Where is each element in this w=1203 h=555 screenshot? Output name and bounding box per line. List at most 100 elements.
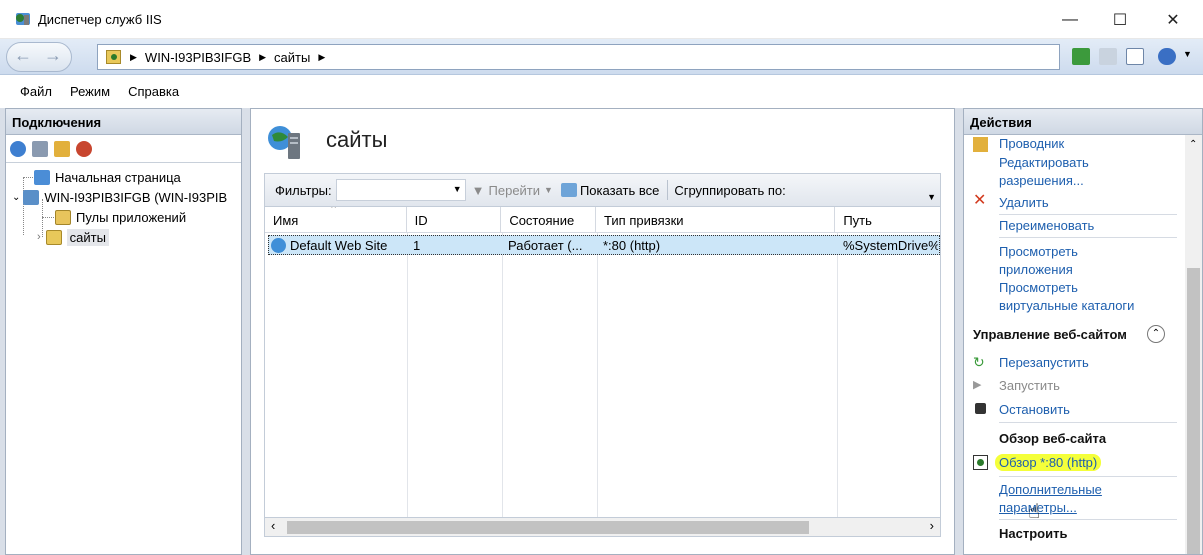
chevron-down-icon[interactable]: ⌄ — [12, 192, 20, 203]
action-browse-http[interactable]: Обзор *:80 (http) — [995, 454, 1102, 471]
restart-icon: ↻ — [973, 354, 985, 370]
actions-header: Действия — [964, 109, 1202, 135]
scroll-left-icon[interactable]: ‹ — [271, 518, 275, 533]
breadcrumb-separator: ▶ — [130, 51, 137, 62]
action-stop[interactable]: Остановить — [999, 401, 1070, 418]
address-bar: ← → ▶ WIN-I93PIB3IFGB ▶ сайты ▶ ▼ — [0, 39, 1203, 75]
scroll-up-icon[interactable]: ⌃ — [1189, 139, 1197, 150]
group-label: Сгруппировать по: — [674, 182, 786, 198]
filter-label: Фильтры: — [275, 182, 332, 198]
address-root-icon — [106, 50, 121, 64]
tree-label: WIN-I93PIB3IFGB (WIN-I93PIB — [44, 189, 228, 205]
action-edit-permissions-line2[interactable]: разрешения... — [999, 172, 1084, 189]
maximize-button[interactable]: ☐ — [1095, 0, 1145, 39]
connections-header: Подключения — [6, 109, 241, 135]
action-view-applications-line2[interactable]: приложения — [999, 261, 1073, 278]
disconnect-icon[interactable] — [76, 140, 92, 157]
cell-binding: *:80 (http) — [603, 237, 661, 253]
browse-icon — [973, 455, 988, 470]
filter-bar: Фильтры: ▼ ▼ Перейти ▼ Показать все Сгру… — [264, 173, 941, 207]
filter-input[interactable]: ▼ — [335, 179, 466, 201]
up-folder-icon[interactable] — [54, 140, 70, 157]
scroll-right-icon[interactable]: › — [930, 518, 934, 533]
menu-file[interactable]: Файл — [20, 84, 52, 99]
tree-label: сайты — [66, 228, 109, 246]
toolbar-separator — [667, 180, 669, 200]
page-title: сайты — [326, 127, 388, 152]
horizontal-scrollbar[interactable]: ‹ › — [264, 517, 941, 537]
scroll-thumb[interactable] — [1187, 268, 1200, 554]
close-button[interactable]: ✕ — [1148, 0, 1198, 39]
action-rename[interactable]: Переименовать — [999, 217, 1094, 234]
breadcrumb-sites[interactable]: сайты — [274, 50, 310, 65]
action-advanced-settings[interactable]: Дополнительные — [999, 481, 1102, 498]
action-restart[interactable]: Перезапустить — [999, 354, 1089, 371]
refresh-icon[interactable] — [1072, 48, 1090, 65]
group-by-dropdown[interactable]: Сгруппировать по: — [674, 183, 785, 198]
action-explore[interactable]: Проводник — [999, 135, 1064, 152]
menu-help[interactable]: Справка — [128, 84, 179, 99]
hand-cursor-icon: ☝ — [1028, 501, 1041, 523]
actions-scrollbar[interactable]: ⌃ — [1185, 135, 1202, 554]
action-edit-permissions[interactable]: Редактировать — [999, 154, 1089, 171]
column-state[interactable]: Состояние — [501, 207, 597, 232]
help-icon[interactable] — [1158, 48, 1176, 65]
action-delete[interactable]: Удалить — [999, 194, 1049, 211]
address-path[interactable]: ▶ WIN-I93PIB3IFGB ▶ сайты ▶ — [97, 44, 1060, 70]
minimize-button[interactable]: — — [1045, 0, 1095, 39]
connections-panel: Подключения Начальная страница ⌄ WIN-I93… — [5, 108, 242, 555]
menu-bar: Файл Режим Справка — [0, 75, 1203, 108]
chevron-right-icon[interactable]: › — [37, 231, 41, 243]
help-dropdown-icon[interactable]: ▼ — [1183, 49, 1192, 59]
sites-panel: сайты Фильтры: ▼ ▼ Перейти ▼ Показать вс… — [250, 108, 955, 555]
cell-path: %SystemDrive% — [843, 237, 938, 253]
tree-item-app-pools[interactable]: Пулы приложений — [6, 207, 241, 227]
chevron-down-icon: ▼ — [544, 185, 553, 195]
save-icon[interactable] — [32, 140, 48, 157]
menu-view[interactable]: Режим — [70, 84, 110, 99]
filter-funnel-icon: ▼ — [471, 182, 485, 198]
tree-label: Начальная страница — [55, 169, 181, 185]
home-icon[interactable] — [1126, 48, 1144, 65]
go-button[interactable]: ▼ Перейти ▼ — [472, 183, 553, 198]
breadcrumb-separator: ▶ — [318, 51, 326, 62]
show-all-icon — [560, 183, 577, 197]
stop-icon[interactable] — [1099, 48, 1117, 65]
connections-tree: Начальная страница ⌄ WIN-I93PIB3IFGB (WI… — [6, 163, 241, 247]
back-arrow-icon[interactable]: ← — [14, 45, 32, 66]
site-globe-icon — [271, 237, 286, 253]
stop-square-icon — [975, 403, 986, 414]
show-all-button[interactable]: Показать все — [560, 182, 660, 198]
action-view-vdirs[interactable]: Просмотреть — [999, 279, 1078, 296]
tree-item-sites[interactable]: › сайты — [6, 227, 241, 247]
connect-icon[interactable] — [10, 140, 26, 157]
app-pools-icon — [55, 209, 71, 225]
breadcrumb-server[interactable]: WIN-I93PIB3IFGB — [145, 50, 251, 65]
action-start[interactable]: Запустить — [999, 377, 1060, 394]
forward-arrow-icon[interactable]: → — [44, 45, 62, 66]
chevron-down-icon[interactable]: ▼ — [453, 184, 462, 194]
column-binding[interactable]: Тип привязки — [596, 207, 836, 232]
action-view-vdirs-line2[interactable]: виртуальные каталоги — [999, 297, 1134, 314]
sites-globe-icon — [266, 123, 306, 163]
section-manage-site: Управление веб-сайтом — [973, 327, 1127, 342]
grid-header: Имя ⌃ ID Состояние Тип привязки Путь — [265, 207, 940, 233]
tree-label: Пулы приложений — [76, 209, 187, 225]
section-browse-site: Обзор веб-сайта — [999, 431, 1107, 446]
column-id[interactable]: ID — [407, 207, 502, 232]
start-icon: ▶ — [973, 379, 982, 391]
action-view-applications[interactable]: Просмотреть — [999, 243, 1078, 260]
toolbar-overflow-icon[interactable]: ▼ — [927, 192, 936, 202]
tree-item-server[interactable]: ⌄ WIN-I93PIB3IFGB (WIN-I93PIB — [6, 187, 241, 207]
sites-grid: Имя ⌃ ID Состояние Тип привязки Путь Defa… — [264, 207, 941, 521]
column-name[interactable]: Имя ⌃ — [265, 207, 407, 232]
scroll-thumb[interactable] — [287, 521, 809, 534]
collapse-section-icon[interactable]: ⌃ — [1147, 325, 1165, 343]
start-page-icon — [34, 169, 50, 185]
show-all-label: Показать все — [579, 182, 660, 198]
breadcrumb-separator: ▶ — [259, 51, 267, 62]
tree-item-start-page[interactable]: Начальная страница — [6, 167, 241, 187]
column-path[interactable]: Путь — [835, 207, 940, 232]
actions-panel: Действия Проводник Редактировать разреше… — [963, 108, 1203, 555]
table-row[interactable]: Default Web Site 1 Работает (... *:80 (h… — [268, 235, 940, 255]
